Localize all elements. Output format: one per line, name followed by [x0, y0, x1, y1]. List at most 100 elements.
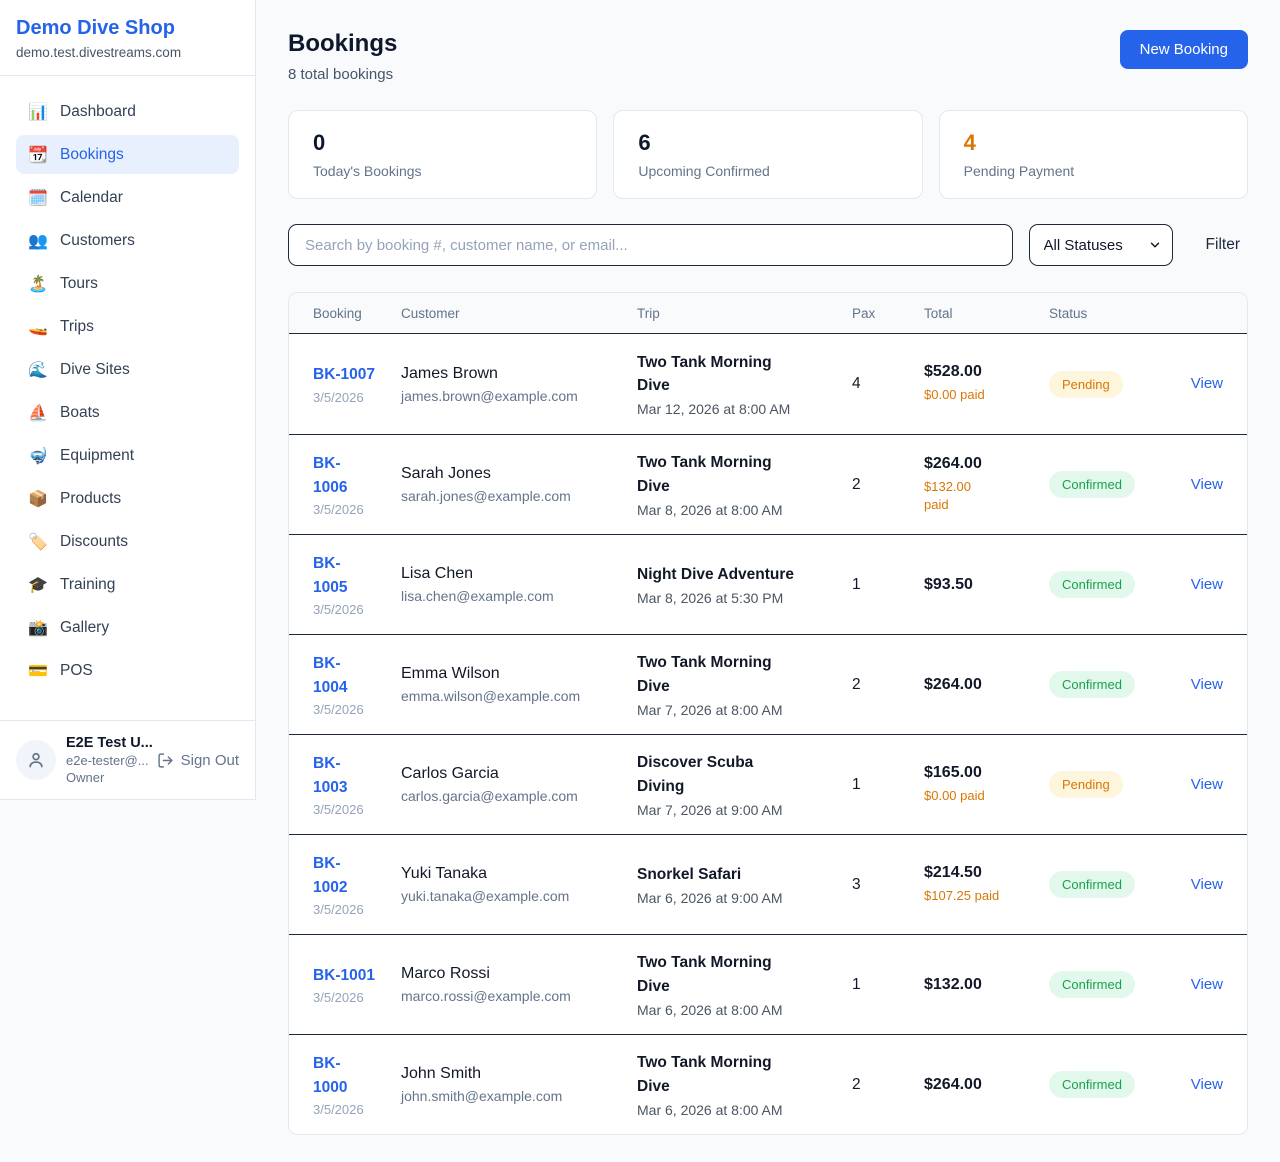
booking-id-link[interactable]: BK- 1002	[313, 852, 347, 899]
user-role: Owner	[66, 770, 157, 785]
trip-name: Night Dive Adventure	[637, 563, 852, 586]
status-badge: Confirmed	[1049, 1071, 1135, 1098]
logout-icon	[157, 752, 174, 769]
sidebar: Demo Dive Shop demo.test.divestreams.com…	[0, 0, 256, 800]
booking-date: 3/5/2026	[313, 602, 401, 617]
booking-id-link[interactable]: BK- 1003	[313, 752, 347, 799]
status-badge: Pending	[1049, 771, 1123, 798]
sidebar-item-gallery[interactable]: 📸 Gallery	[16, 608, 239, 647]
view-link[interactable]: View	[1191, 576, 1223, 593]
sidebar-item-label: Trips	[60, 318, 94, 336]
booking-id-link[interactable]: BK-1007	[313, 363, 375, 386]
main-content: Bookings 8 total bookings New Booking 0 …	[256, 0, 1280, 1135]
customer-name: Yuki Tanaka	[401, 865, 637, 883]
sidebar-item-dashboard[interactable]: 📊 Dashboard	[16, 92, 239, 131]
booking-id-link[interactable]: BK- 1006	[313, 452, 347, 499]
tag-icon: 🏷️	[28, 532, 48, 551]
view-link[interactable]: View	[1191, 1076, 1223, 1093]
view-link[interactable]: View	[1191, 976, 1223, 993]
pax-count: 4	[852, 375, 924, 393]
paid-amount: $107.25 paid	[924, 887, 1049, 905]
total-amount: $264.00	[924, 1076, 1049, 1094]
page-header: Bookings 8 total bookings New Booking	[288, 30, 1248, 83]
brand-block: Demo Dive Shop demo.test.divestreams.com	[0, 0, 255, 76]
pax-count: 1	[852, 776, 924, 794]
table-header-row: BookingCustomerTripPaxTotalStatus	[289, 293, 1247, 334]
view-link[interactable]: View	[1191, 476, 1223, 493]
customer-name: Marco Rossi	[401, 965, 637, 983]
table-row: BK- 1000 3/5/2026 John Smith john.smith@…	[289, 1034, 1247, 1134]
customer-email: carlos.garcia@example.com	[401, 788, 637, 804]
avatar	[16, 740, 56, 780]
sidebar-item-label: Dashboard	[60, 103, 136, 121]
customer-email: lisa.chen@example.com	[401, 588, 637, 604]
booking-date: 3/5/2026	[313, 902, 401, 917]
sidebar-item-customers[interactable]: 👥 Customers	[16, 221, 239, 260]
paid-amount: $0.00 paid	[924, 386, 1049, 404]
bookings-table: BookingCustomerTripPaxTotalStatus BK-100…	[288, 292, 1248, 1135]
sidebar-item-trips[interactable]: 🚤 Trips	[16, 307, 239, 346]
tear-off-calendar-icon: 📆	[28, 145, 48, 164]
status-filter-wrap: All Statuses	[1029, 224, 1173, 266]
stat-label: Pending Payment	[964, 163, 1223, 179]
sign-out-button[interactable]: Sign Out	[157, 752, 239, 769]
column-header-total: Total	[924, 306, 1049, 321]
customer-email: emma.wilson@example.com	[401, 688, 637, 704]
trip-name: Snorkel Safari	[637, 863, 852, 886]
status-filter-select[interactable]: All Statuses	[1030, 225, 1172, 265]
table-row: BK-1007 3/5/2026 James Brown james.brown…	[289, 334, 1247, 434]
booking-id-link[interactable]: BK-1001	[313, 964, 375, 987]
status-badge: Confirmed	[1049, 571, 1135, 598]
sidebar-item-bookings[interactable]: 📆 Bookings	[16, 135, 239, 174]
sidebar-item-training[interactable]: 🎓 Training	[16, 565, 239, 604]
sidebar-item-label: Dive Sites	[60, 361, 130, 379]
booking-id-link[interactable]: BK- 1000	[313, 1052, 347, 1099]
view-link[interactable]: View	[1191, 776, 1223, 793]
customer-email: john.smith@example.com	[401, 1088, 637, 1104]
booking-date: 3/5/2026	[313, 502, 401, 517]
sidebar-item-pos[interactable]: 💳 POS	[16, 651, 239, 690]
user-text: E2E Test U... e2e-tester@... Owner	[66, 735, 157, 785]
trip-datetime: Mar 6, 2026 at 9:00 AM	[637, 890, 852, 906]
view-link[interactable]: View	[1191, 876, 1223, 893]
sidebar-item-products[interactable]: 📦 Products	[16, 479, 239, 518]
sign-out-label: Sign Out	[181, 752, 239, 769]
filter-button[interactable]: Filter	[1206, 236, 1240, 254]
shop-domain: demo.test.divestreams.com	[16, 45, 239, 60]
sidebar-item-boats[interactable]: ⛵ Boats	[16, 393, 239, 432]
customer-email: james.brown@example.com	[401, 388, 637, 404]
status-badge: Confirmed	[1049, 971, 1135, 998]
search-input[interactable]	[288, 224, 1013, 266]
sidebar-item-calendar[interactable]: 🗓️ Calendar	[16, 178, 239, 217]
column-header-trip: Trip	[637, 306, 852, 321]
paid-amount: $132.00 paid	[924, 478, 1049, 514]
sidebar-item-label: Bookings	[60, 146, 124, 164]
sidebar-item-discounts[interactable]: 🏷️ Discounts	[16, 522, 239, 561]
booking-date: 3/5/2026	[313, 990, 401, 1005]
sidebar-item-dive-sites[interactable]: 🌊 Dive Sites	[16, 350, 239, 389]
sidebar-item-equipment[interactable]: 🤿 Equipment	[16, 436, 239, 475]
pax-count: 1	[852, 976, 924, 994]
view-link[interactable]: View	[1191, 375, 1223, 392]
camera-icon: 📸	[28, 618, 48, 637]
sidebar-item-label: Gallery	[60, 619, 109, 637]
booking-date: 3/5/2026	[313, 390, 401, 405]
trip-datetime: Mar 6, 2026 at 8:00 AM	[637, 1002, 852, 1018]
customer-email: sarah.jones@example.com	[401, 488, 637, 504]
new-booking-button[interactable]: New Booking	[1120, 30, 1248, 69]
pax-count: 2	[852, 1076, 924, 1094]
customer-name: Emma Wilson	[401, 665, 637, 683]
bar-chart-icon: 📊	[28, 102, 48, 121]
view-link[interactable]: View	[1191, 676, 1223, 693]
stats-row: 0 Today's Bookings 6 Upcoming Confirmed …	[288, 110, 1248, 199]
booking-id-link[interactable]: BK- 1004	[313, 652, 347, 699]
graduation-cap-icon: 🎓	[28, 575, 48, 594]
booking-id-link[interactable]: BK- 1005	[313, 552, 347, 599]
status-badge: Pending	[1049, 371, 1123, 398]
stat-label: Upcoming Confirmed	[638, 163, 897, 179]
booking-date: 3/5/2026	[313, 802, 401, 817]
sidebar-item-tours[interactable]: 🏝️ Tours	[16, 264, 239, 303]
sidebar-item-label: Boats	[60, 404, 100, 422]
trip-name: Two Tank Morning Dive	[637, 951, 852, 998]
filter-controls: All Statuses Filter	[288, 224, 1248, 266]
